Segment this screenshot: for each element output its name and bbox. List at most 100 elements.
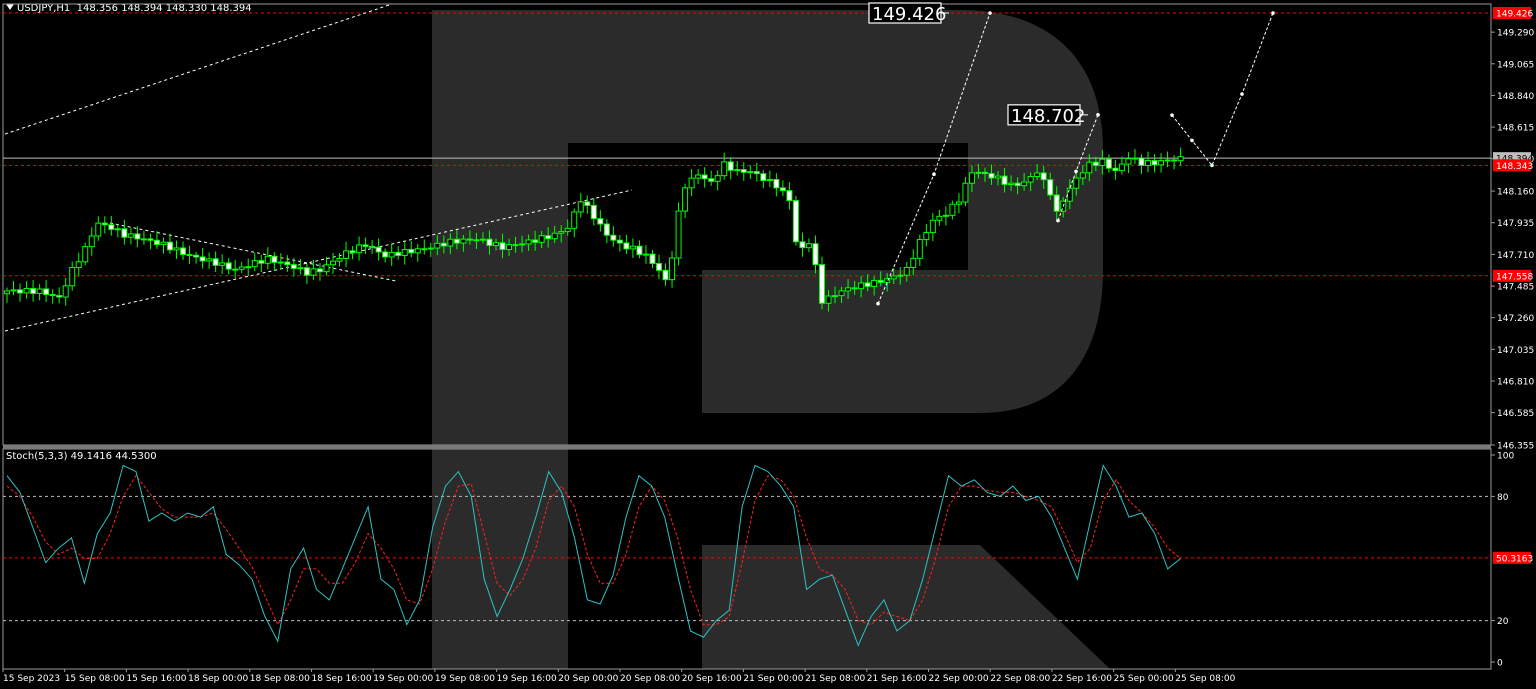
candle-body bbox=[56, 295, 63, 298]
candle-body bbox=[316, 268, 323, 273]
candle-body bbox=[910, 257, 917, 268]
candle-body bbox=[916, 239, 923, 259]
stoch-tick-label: 80 bbox=[1497, 493, 1509, 503]
candle-body bbox=[721, 161, 728, 177]
forecast-point bbox=[932, 172, 936, 177]
candle-body bbox=[740, 169, 747, 173]
forecast-point bbox=[1210, 163, 1214, 168]
candle-body bbox=[199, 256, 206, 262]
candle-body bbox=[819, 264, 825, 304]
price-tick-label: 147.035 bbox=[1497, 346, 1534, 356]
candle-body bbox=[460, 238, 467, 244]
candle-body bbox=[49, 294, 56, 297]
candle-body bbox=[610, 234, 617, 241]
time-axis-label: 18 Sep 08:00 bbox=[250, 674, 310, 684]
candle-body bbox=[1008, 182, 1015, 185]
candle-body bbox=[584, 201, 591, 206]
time-axis-label: 20 Sep 16:00 bbox=[682, 674, 742, 684]
candle-body bbox=[708, 178, 715, 182]
forecast-point bbox=[1271, 11, 1275, 15]
candle-body bbox=[1040, 172, 1047, 181]
candle-body bbox=[290, 264, 297, 269]
candle-body bbox=[1034, 172, 1041, 177]
candle-body bbox=[623, 242, 630, 250]
candle-body bbox=[479, 238, 486, 241]
candle-body bbox=[760, 173, 767, 182]
candle-body bbox=[23, 288, 30, 294]
candle-body bbox=[1073, 177, 1080, 189]
price-chart[interactable]: 149.290149.065148.840148.615148.390148.1… bbox=[0, 0, 1536, 689]
candle-body bbox=[395, 251, 402, 256]
time-axis-label: 20 Sep 00:00 bbox=[558, 674, 618, 684]
time-axis-label: 18 Sep 16:00 bbox=[312, 674, 372, 684]
price-axis-label: 148.343 bbox=[1496, 162, 1533, 172]
candle-body bbox=[1027, 175, 1034, 183]
candle-body bbox=[877, 279, 884, 283]
candle-body bbox=[616, 239, 623, 244]
candle-body bbox=[1053, 194, 1060, 212]
candle-body bbox=[714, 175, 721, 182]
time-axis-label: 15 Sep 16:00 bbox=[126, 674, 186, 684]
candle-body bbox=[251, 260, 258, 268]
time-axis-label: 21 Sep 00:00 bbox=[743, 674, 803, 684]
time-axis-label: 20 Sep 08:00 bbox=[620, 674, 680, 684]
price-tick-label: 149.290 bbox=[1497, 29, 1534, 39]
time-axis-label: 19 Sep 00:00 bbox=[373, 674, 433, 684]
candle-body bbox=[773, 178, 780, 189]
candle-body bbox=[343, 250, 350, 259]
candle-body bbox=[330, 260, 336, 266]
candle-body bbox=[903, 266, 910, 276]
candle-body bbox=[1145, 160, 1151, 166]
candle-body bbox=[577, 201, 584, 213]
candle-body bbox=[180, 247, 187, 256]
candle-body bbox=[1079, 172, 1086, 179]
candle-body bbox=[545, 235, 552, 240]
candle-body bbox=[356, 244, 363, 254]
candle-body bbox=[382, 251, 389, 258]
candle-body bbox=[975, 171, 982, 174]
price-tick-label: 146.585 bbox=[1497, 409, 1534, 419]
candle-body bbox=[688, 177, 695, 189]
stoch-tick-label: 20 bbox=[1497, 617, 1509, 627]
annotation-label: 148.702 bbox=[1011, 106, 1085, 127]
candle-body bbox=[447, 238, 454, 247]
candle-body bbox=[10, 289, 17, 292]
candle-body bbox=[982, 171, 988, 175]
candle-body bbox=[1014, 182, 1021, 187]
candle-body bbox=[1092, 161, 1099, 166]
candle-body bbox=[212, 258, 219, 266]
candle-body bbox=[512, 244, 519, 247]
candle-body bbox=[153, 239, 160, 245]
candle-body bbox=[532, 239, 539, 243]
time-axis-label: 19 Sep 16:00 bbox=[497, 674, 557, 684]
candle-body bbox=[923, 232, 930, 241]
candle-body bbox=[845, 287, 852, 292]
candle-body bbox=[603, 223, 610, 236]
candle-body bbox=[69, 266, 76, 287]
candle-body bbox=[662, 269, 669, 281]
candle-body bbox=[682, 187, 689, 212]
candle-body bbox=[62, 285, 69, 298]
candle-body bbox=[4, 290, 10, 295]
candle-body bbox=[1086, 161, 1093, 174]
candle-body bbox=[362, 244, 369, 247]
candle-body bbox=[871, 279, 878, 287]
candle-body bbox=[675, 210, 682, 259]
price-tick-label: 148.615 bbox=[1497, 124, 1534, 134]
candle-body bbox=[147, 238, 154, 241]
candle-body bbox=[832, 295, 839, 298]
candle-body bbox=[440, 242, 447, 247]
candle-body bbox=[238, 266, 245, 270]
candle-body bbox=[1158, 160, 1165, 166]
candle-body bbox=[753, 171, 760, 175]
candle-body bbox=[277, 261, 284, 264]
candle-body bbox=[656, 262, 662, 271]
candle-body bbox=[88, 235, 95, 248]
candle-body bbox=[571, 211, 578, 229]
candle-body bbox=[968, 172, 975, 184]
candle-body bbox=[890, 275, 897, 280]
candle-body bbox=[36, 288, 43, 294]
candle-body bbox=[388, 251, 395, 258]
candle-body bbox=[284, 261, 291, 266]
candle-body bbox=[962, 182, 969, 203]
